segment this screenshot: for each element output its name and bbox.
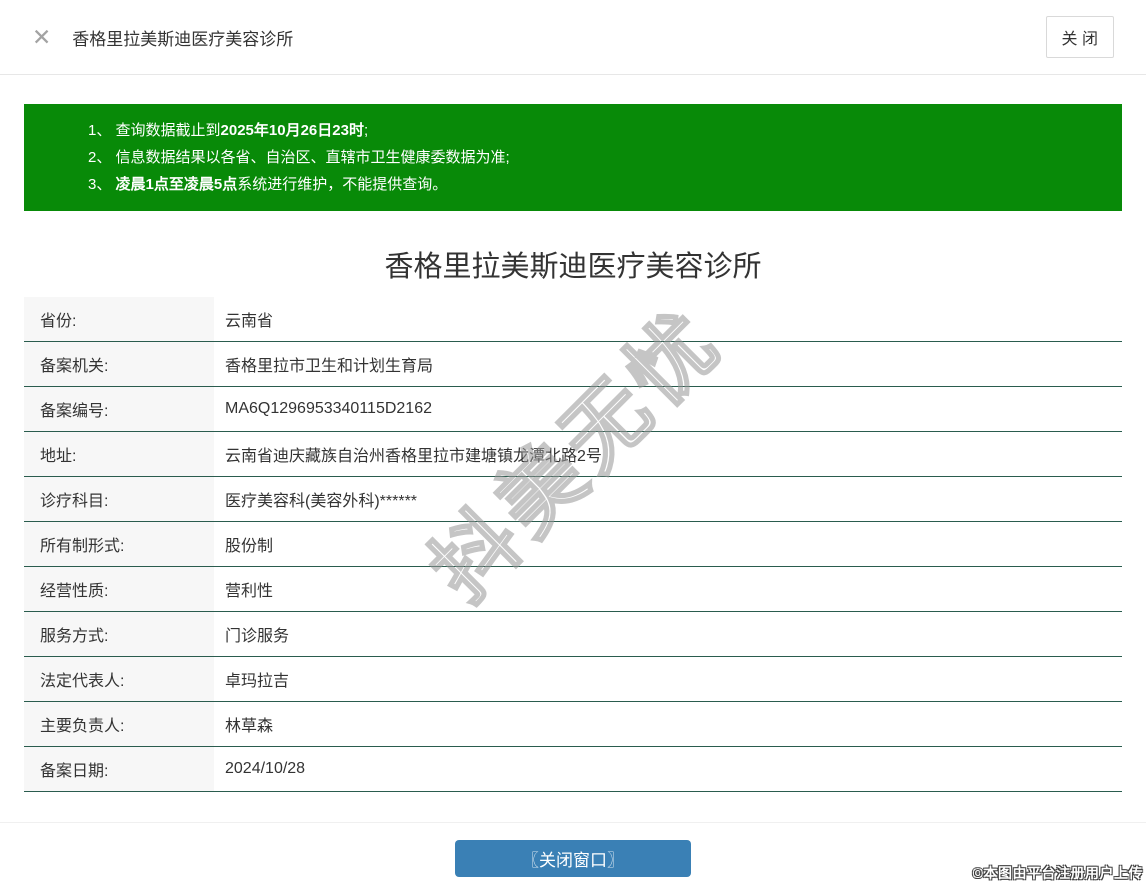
row-label: 备案日期: bbox=[24, 747, 214, 791]
notice-line: 3、 凌晨1点至凌晨5点系统进行维护，不能提供查询。 bbox=[88, 176, 448, 193]
row-label: 主要负责人: bbox=[24, 702, 214, 746]
row-label: 所有制形式: bbox=[24, 522, 214, 566]
table-row: 备案编号: MA6Q1296953340115D2162 bbox=[24, 387, 1122, 432]
row-value: 2024/10/28 bbox=[225, 760, 306, 777]
row-label: 地址: bbox=[24, 432, 214, 476]
page-title: 香格里拉美斯迪医疗美容诊所 bbox=[384, 251, 762, 283]
notice-line: 2、 信息数据结果以各省、自治区、直辖市卫生健康委数据为准; bbox=[88, 149, 510, 166]
row-value: 股份制 bbox=[225, 538, 274, 555]
close-button[interactable]: 关 闭 bbox=[1045, 16, 1114, 58]
table-row: 服务方式: 门诊服务 bbox=[24, 612, 1122, 657]
row-value: 医疗美容科(美容外科)****** bbox=[225, 493, 418, 510]
table-row: 诊疗科目: 医疗美容科(美容外科)****** bbox=[24, 477, 1122, 522]
notice-line: 1、 查询数据截止到2025年10月26日23时; bbox=[88, 122, 369, 139]
row-label: 备案编号: bbox=[24, 387, 214, 431]
table-row: 备案日期: 2024/10/28 bbox=[24, 747, 1122, 792]
row-label: 服务方式: bbox=[24, 612, 214, 656]
row-label: 诊疗科目: bbox=[24, 477, 214, 521]
row-value: 云南省迪庆藏族自治州香格里拉市建塘镇龙潭北路2号 bbox=[225, 448, 602, 465]
window-title: 香格里拉美斯迪医疗美容诊所 bbox=[72, 29, 294, 49]
copyright-watermark: ©本图由平台注册用户上传 bbox=[972, 865, 1143, 881]
notice-list: 1、 查询数据截止到2025年10月26日23时; 2、 信息数据结果以各省、自治… bbox=[88, 117, 1102, 198]
row-value: 卓玛拉吉 bbox=[225, 673, 290, 690]
info-table: 省份: 云南省 备案机关: 香格里拉市卫生和计划生育局 备案编号: MA6Q1296953… bbox=[24, 297, 1122, 792]
table-row: 主要负责人: 林草森 bbox=[24, 702, 1122, 747]
table-row: 备案机关: 香格里拉市卫生和计划生育局 bbox=[24, 342, 1122, 387]
row-label: 备案机关: bbox=[24, 342, 214, 386]
table-row: 地址: 云南省迪庆藏族自治州香格里拉市建塘镇龙潭北路2号 bbox=[24, 432, 1122, 477]
table-row: 经营性质: 营利性 bbox=[24, 567, 1122, 612]
row-value: 云南省 bbox=[225, 313, 274, 330]
table-row: 所有制形式: 股份制 bbox=[24, 522, 1122, 567]
row-label: 法定代表人: bbox=[24, 657, 214, 701]
row-label: 经营性质: bbox=[24, 567, 214, 611]
row-value: MA6Q1296953340115D2162 bbox=[225, 400, 432, 417]
row-value: 门诊服务 bbox=[225, 628, 290, 645]
row-value: 营利性 bbox=[225, 583, 274, 600]
row-value: 香格里拉市卫生和计划生育局 bbox=[225, 358, 434, 375]
table-row: 省份: 云南省 bbox=[24, 297, 1122, 342]
close-window-button[interactable]: 〖关闭窗口〗 bbox=[455, 840, 691, 877]
row-label: 省份: bbox=[24, 297, 214, 341]
table-row: 法定代表人: 卓玛拉吉 bbox=[24, 657, 1122, 702]
row-value: 林草森 bbox=[225, 718, 274, 735]
bottom-divider bbox=[0, 822, 1146, 823]
close-icon[interactable]: ✕ bbox=[32, 25, 51, 49]
top-bar: ✕ 香格里拉美斯迪医疗美容诊所 关 闭 bbox=[0, 0, 1146, 75]
notice-banner: 1、 查询数据截止到2025年10月26日23时; 2、 信息数据结果以各省、自治… bbox=[24, 104, 1122, 211]
